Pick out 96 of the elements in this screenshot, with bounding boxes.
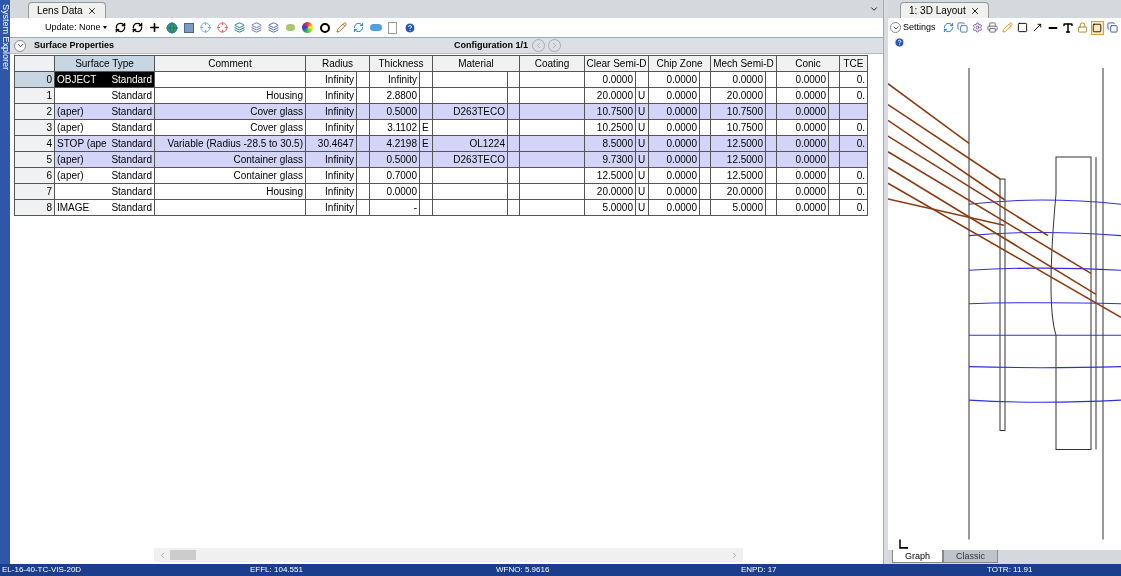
- solve-cell: [828, 183, 840, 200]
- solve-cell: [699, 135, 711, 152]
- page-icon[interactable]: [385, 20, 400, 35]
- column-header[interactable]: Surface Type: [54, 55, 155, 72]
- status-text: TOTR: 11.91: [986, 564, 1034, 576]
- status-text: ENPD: 17: [740, 564, 778, 576]
- lens-data-tab[interactable]: Lens Data: [28, 2, 106, 18]
- side-panel-strip[interactable]: System Explorer: [0, 0, 10, 564]
- solve-cell: [765, 119, 777, 136]
- dropdown-icon: [869, 4, 879, 14]
- solve-cell: [828, 167, 840, 184]
- surface-type: Standard: [111, 121, 152, 135]
- solve-cell: [828, 151, 840, 168]
- surface-label: (aper): [57, 105, 84, 119]
- solve-cell: [356, 151, 370, 168]
- solve-cell: [828, 119, 840, 136]
- status-text: WFNO: 5.9616: [495, 564, 551, 576]
- column-header[interactable]: Chip Zone: [648, 55, 711, 72]
- solve-cell: [828, 87, 840, 104]
- column-header[interactable]: Material: [432, 55, 520, 72]
- layout-tab[interactable]: 1: 3D Layout: [900, 2, 989, 18]
- help-icon[interactable]: [892, 35, 906, 49]
- settings-button[interactable]: Settings: [890, 20, 936, 35]
- solve-cell: [699, 103, 711, 120]
- refresh-icon[interactable]: [113, 20, 128, 35]
- refresh-icon[interactable]: [130, 20, 145, 35]
- solve-cell: [356, 183, 370, 200]
- surface-label: IMAGE: [57, 201, 90, 215]
- status-text: EFFL: 104.551: [249, 564, 304, 576]
- surface-type: Standard: [111, 201, 152, 215]
- column-header[interactable]: Mech Semi-D: [710, 55, 777, 72]
- surface-type: Standard: [111, 105, 152, 119]
- solve-cell: [356, 87, 370, 104]
- text-tool-icon[interactable]: [1061, 20, 1074, 35]
- view-tab[interactable]: Classic: [943, 550, 999, 563]
- column-header[interactable]: Conic: [776, 55, 840, 72]
- copy-icon[interactable]: [956, 20, 970, 35]
- configuration-label: Configuration 1/1: [454, 38, 528, 52]
- section-title: Surface Properties: [34, 38, 116, 52]
- solve-cell: [765, 183, 777, 200]
- solve-cell: [765, 135, 777, 152]
- column-header[interactable]: Clear Semi-D: [584, 55, 649, 72]
- surface-type: Standard: [111, 169, 152, 183]
- column-header[interactable]: Comment: [154, 55, 306, 72]
- column-header[interactable]: TCE: [839, 55, 868, 72]
- solve-cell: [356, 119, 370, 136]
- view-tab[interactable]: Graph: [892, 550, 943, 563]
- solve-cell: [765, 151, 777, 168]
- close-icon: [86, 5, 97, 16]
- column-header[interactable]: Coating: [519, 55, 585, 72]
- solve-cell: [356, 167, 370, 184]
- status-text: EL-16-40-TC-VIS-20D: [1, 564, 83, 576]
- solve-cell: [765, 167, 777, 184]
- globe-icon[interactable]: [164, 20, 179, 35]
- solve-cell: [828, 71, 840, 88]
- solve-cell: [828, 199, 840, 216]
- update-dropdown[interactable]: Update: None: [45, 20, 107, 35]
- close-icon: [969, 5, 980, 16]
- surface-label: STOP (ape: [57, 137, 107, 151]
- solve-cell: [828, 135, 840, 152]
- solve-cell: [356, 71, 370, 88]
- help-icon[interactable]: [402, 20, 417, 35]
- solve-cell: [765, 71, 777, 88]
- solve-cell: [699, 167, 711, 184]
- surface-type: Standard: [111, 153, 152, 167]
- solve-cell: [699, 151, 711, 168]
- solve-cell: [765, 87, 777, 104]
- column-header[interactable]: Thickness: [369, 55, 433, 72]
- solve-cell: [828, 103, 840, 120]
- surface-type: Standard: [111, 137, 152, 151]
- surface-label: (aper): [57, 169, 84, 183]
- surface-label: (aper): [57, 121, 84, 135]
- chevron-right-icon: [550, 41, 559, 50]
- chevron-left-icon: [534, 41, 543, 50]
- surface-type: Standard: [111, 185, 152, 199]
- solve-cell: [699, 199, 711, 216]
- solve-cell: [699, 71, 711, 88]
- scrollbar-thumb[interactable]: [170, 550, 196, 560]
- solve-cell: [356, 103, 370, 120]
- solve-cell: [699, 183, 711, 200]
- surface-type: Standard: [111, 89, 152, 103]
- solve-cell: [765, 199, 777, 216]
- side-panel-title: System Explorer: [0, 4, 12, 71]
- caret-icon: [102, 26, 107, 29]
- solve-cell: [699, 119, 711, 136]
- surface-label: OBJECT: [57, 73, 97, 87]
- print-icon[interactable]: [986, 20, 1000, 35]
- horizontal-scrollbar[interactable]: [154, 548, 743, 562]
- solve-cell: [356, 135, 370, 152]
- solve-cell: [765, 103, 777, 120]
- solve-cell: [699, 87, 711, 104]
- surface-label: (aper): [57, 153, 84, 167]
- surface-type: Standard: [111, 73, 152, 87]
- collapse-icon[interactable]: [14, 39, 26, 52]
- rectangle-icon[interactable]: [1016, 20, 1030, 35]
- column-header[interactable]: Radius: [305, 55, 370, 72]
